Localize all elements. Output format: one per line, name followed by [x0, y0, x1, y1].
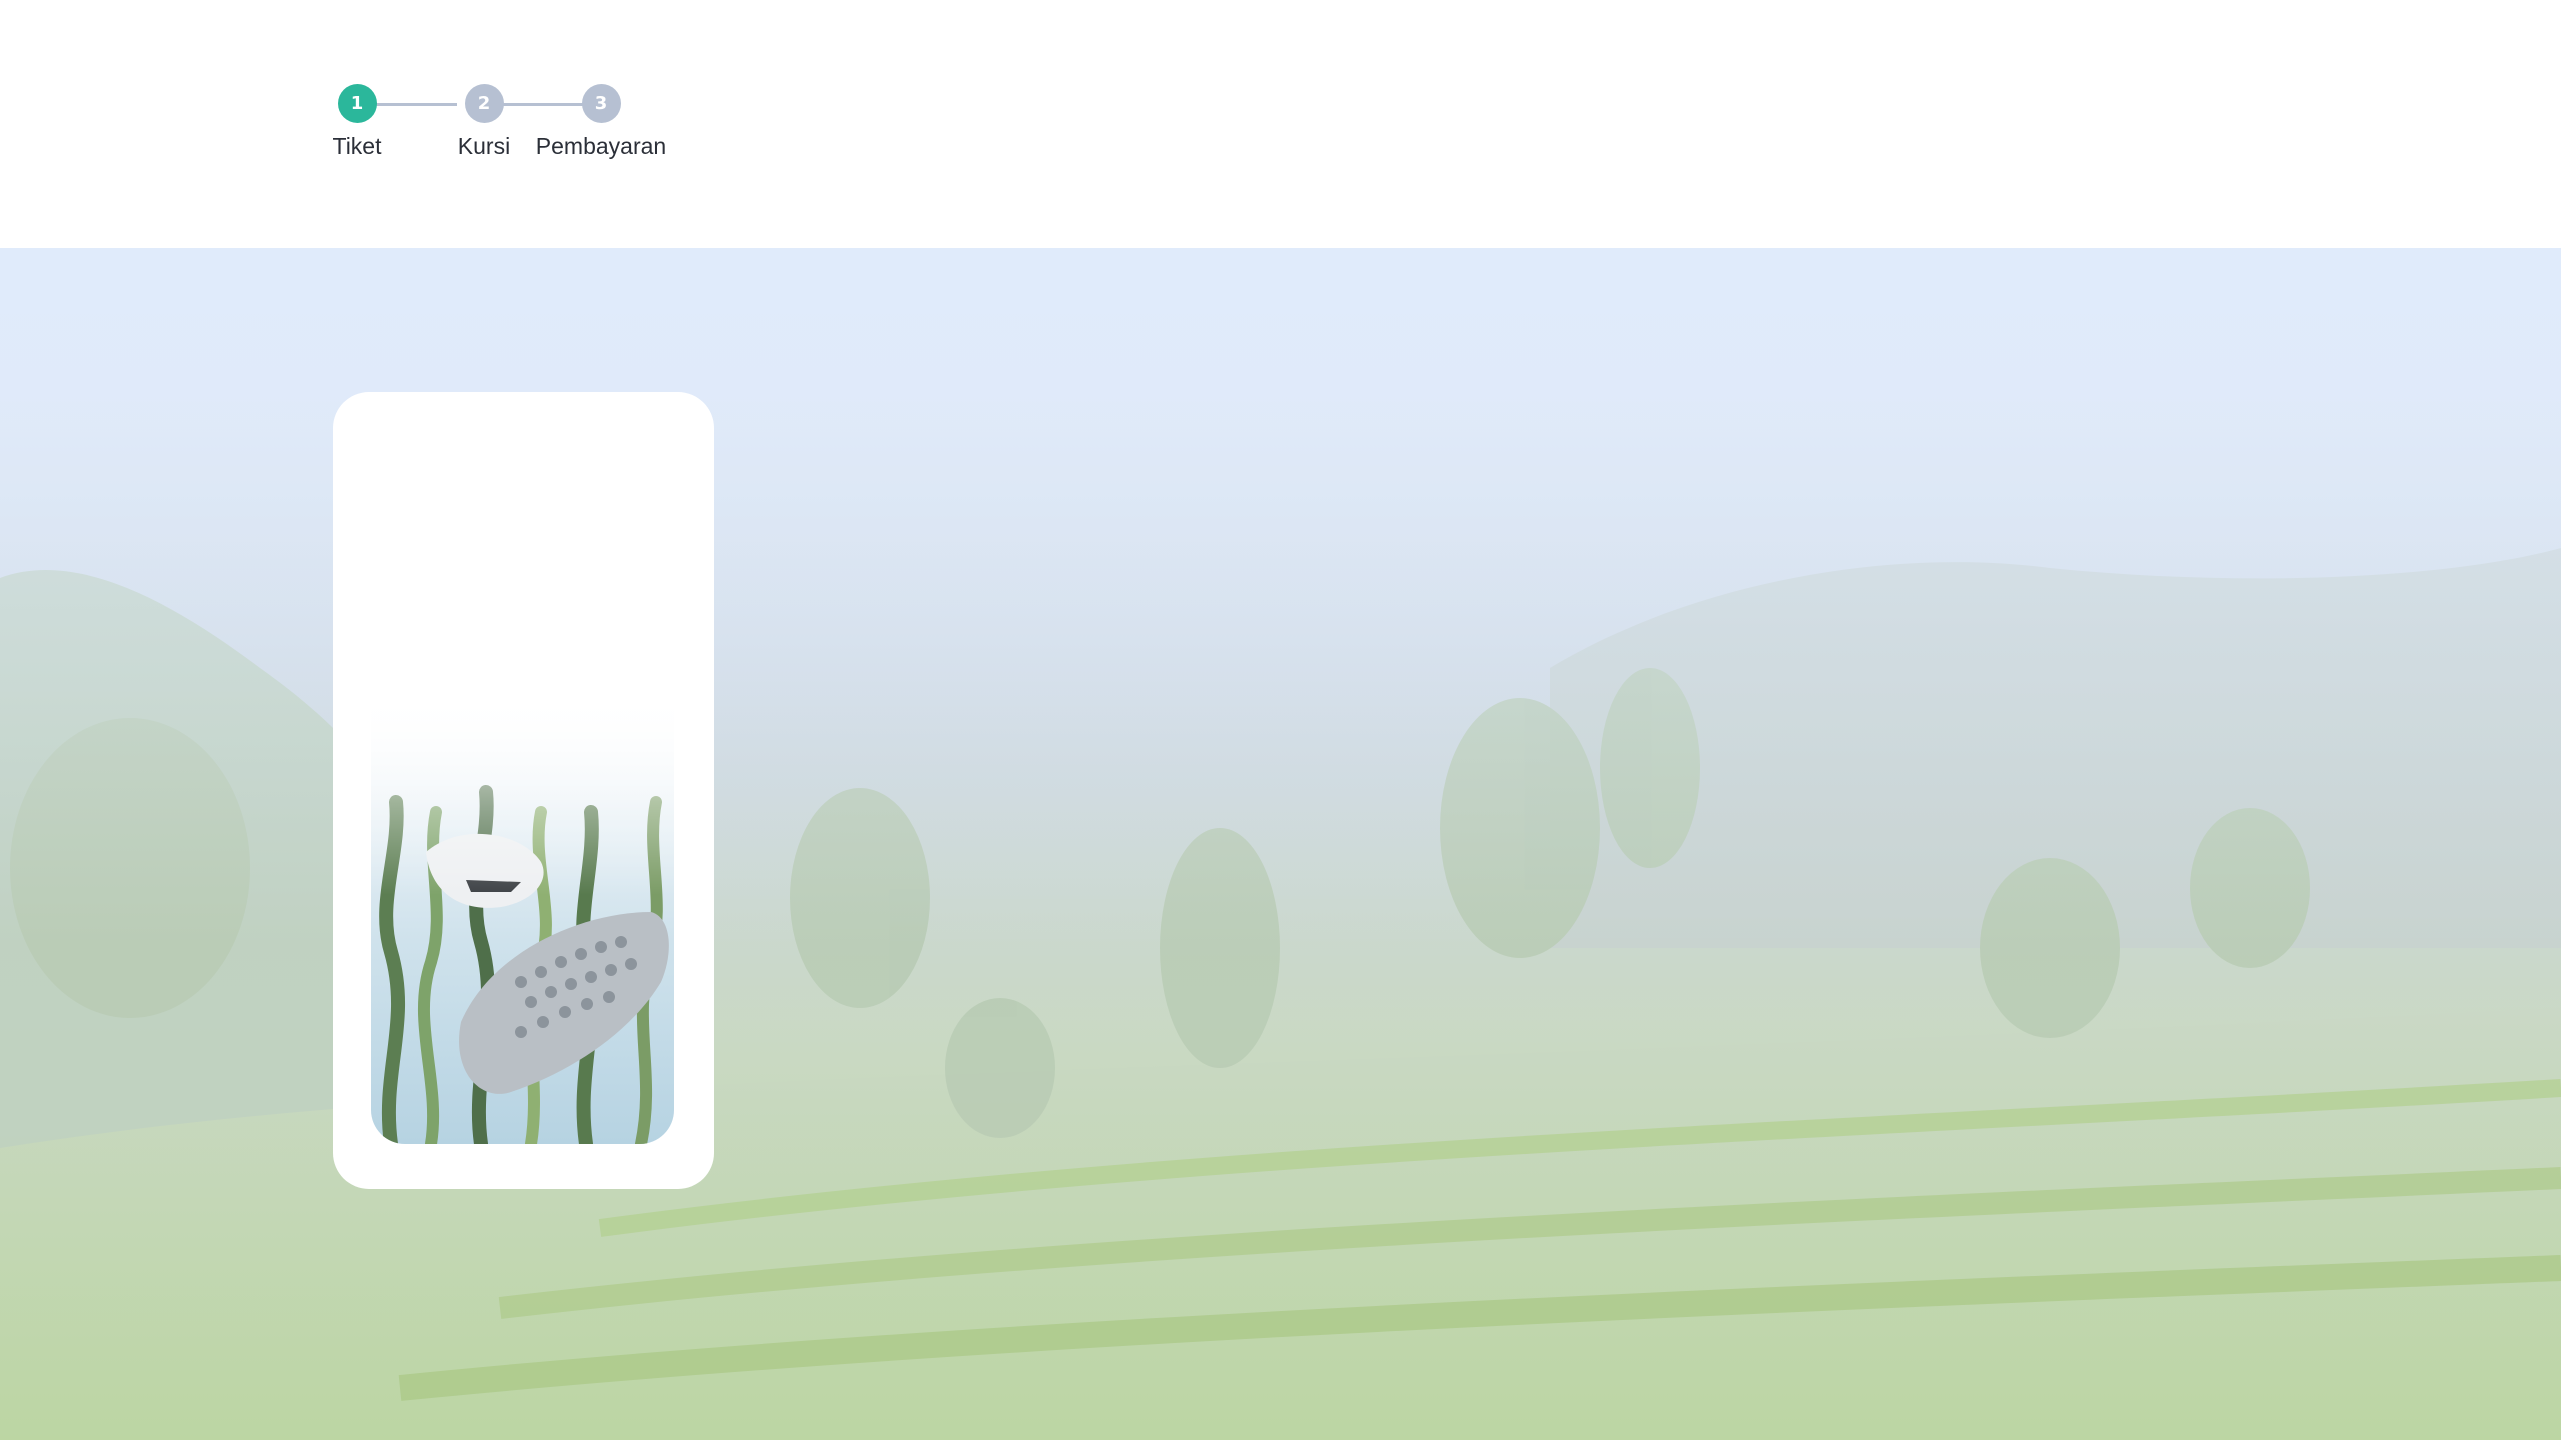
checkout-header: 1 Tiket 2 Kursi 3 Pembayaran: [0, 0, 2561, 248]
step-tiket[interactable]: 1 Tiket: [287, 84, 427, 160]
ticket-image-card: [333, 392, 714, 1189]
step-number-circle: 1: [337, 84, 377, 123]
step-label: Pembayaran: [535, 133, 667, 159]
card-image: [371, 692, 674, 1144]
checkout-stepper: 1 Tiket 2 Kursi 3 Pembayaran: [330, 84, 670, 164]
step-pembayaran[interactable]: 3 Pembayaran: [531, 84, 671, 160]
crocodile-sculpture-image: [371, 692, 674, 1144]
step-label: Tiket: [332, 133, 382, 159]
step-number-circle: 2: [464, 84, 504, 123]
hero-landscape-background: [0, 248, 2561, 1440]
step-number-circle: 3: [581, 84, 621, 123]
